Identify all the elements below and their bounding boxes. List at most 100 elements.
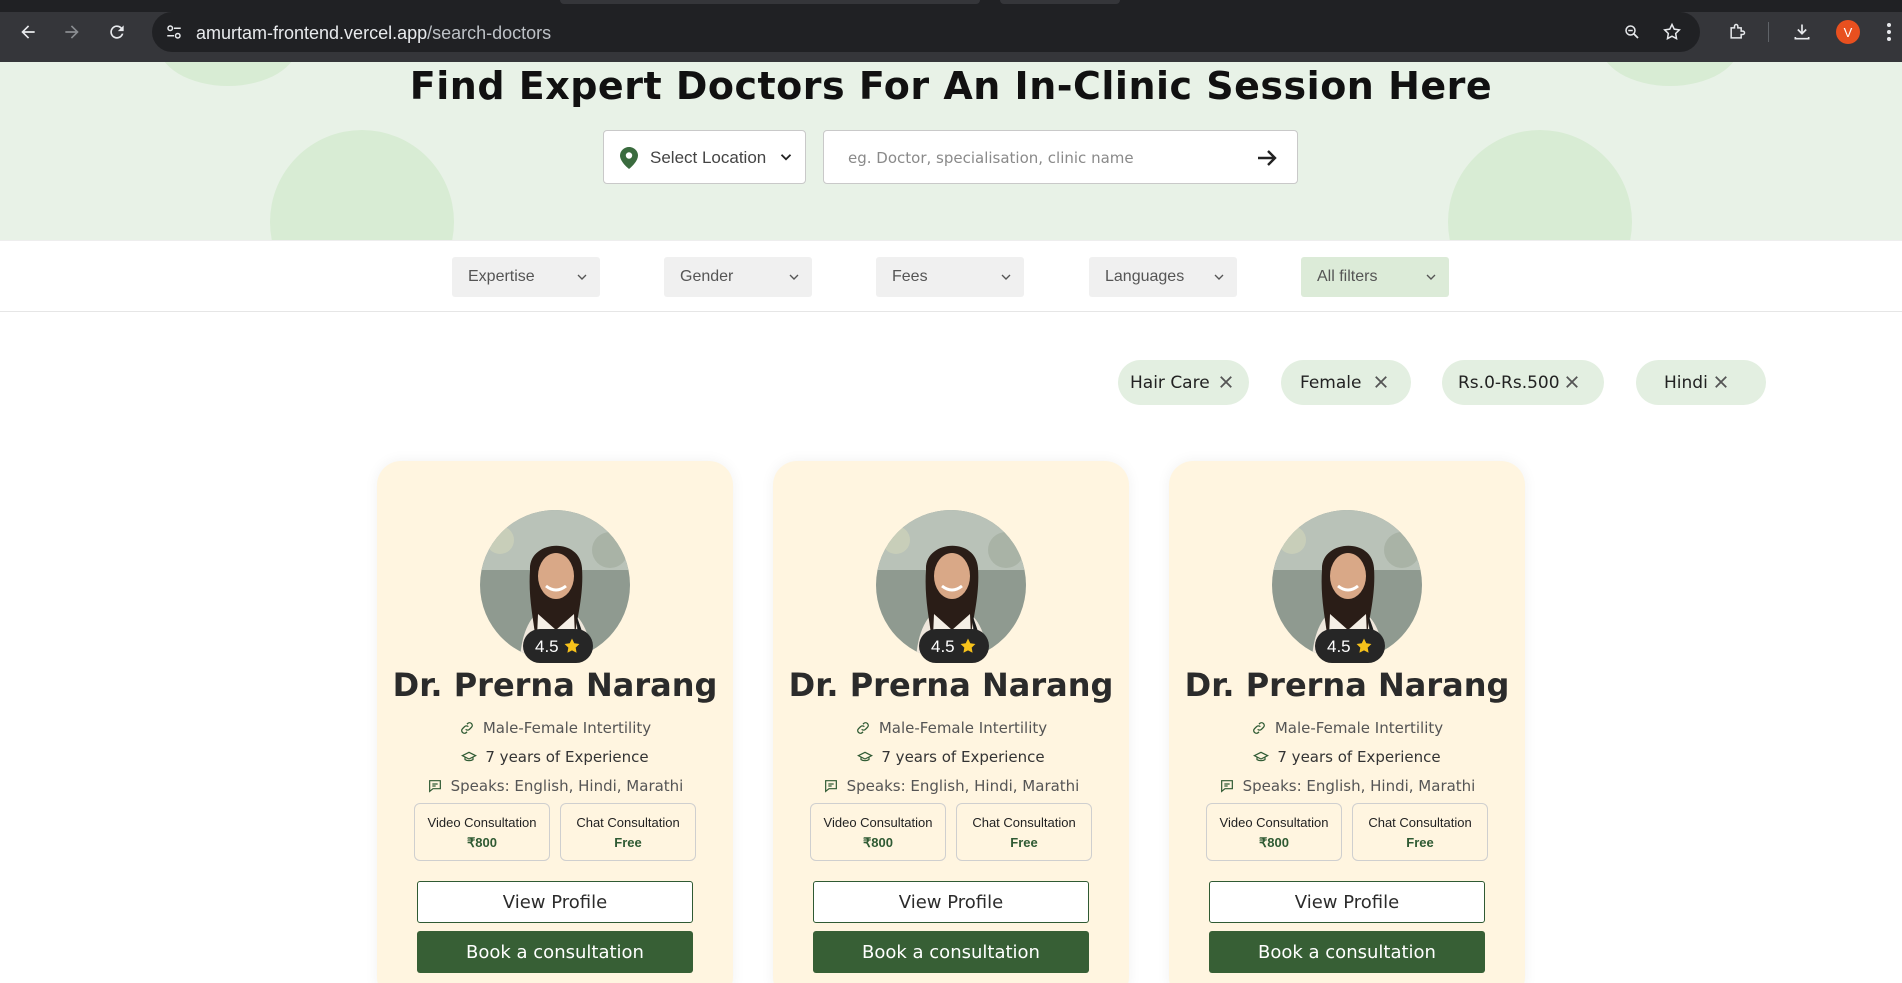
filter-chip-hair-care: Hair Care bbox=[1118, 360, 1249, 405]
rating-badge: 4.5 bbox=[1315, 629, 1385, 663]
fees-filter-label: Fees bbox=[892, 268, 928, 285]
doctor-name: Dr. Prerna Narang bbox=[788, 666, 1114, 704]
filter-chip-female: Female bbox=[1281, 360, 1411, 405]
rating-value: 4.5 bbox=[1327, 637, 1351, 656]
all-filters-button[interactable]: All filters bbox=[1301, 257, 1449, 297]
chat-bubble-icon bbox=[1220, 780, 1233, 793]
experience-text: 7 years of Experience bbox=[881, 748, 1045, 766]
link-icon bbox=[460, 722, 473, 734]
fees-filter[interactable]: Fees bbox=[876, 257, 1024, 297]
experience-row: 7 years of Experience bbox=[773, 748, 1129, 766]
experience-text: 7 years of Experience bbox=[485, 748, 649, 766]
chat-consultation-option[interactable]: Chat Consultation Free bbox=[956, 803, 1092, 861]
specialty-text: Male-Female Intertility bbox=[482, 719, 652, 737]
decorative-circle bbox=[270, 130, 454, 240]
video-consultation-label: Video Consultation bbox=[1219, 815, 1329, 830]
book-consultation-button[interactable]: Book a consultation bbox=[1209, 931, 1485, 973]
chevron-down-icon bbox=[1001, 274, 1011, 280]
search-input[interactable] bbox=[848, 147, 1228, 169]
experience-text: 7 years of Experience bbox=[1277, 748, 1441, 766]
specialty-row: Male-Female Intertility bbox=[1169, 719, 1525, 737]
chevron-down-icon bbox=[577, 274, 587, 280]
rating-badge: 4.5 bbox=[919, 629, 989, 663]
video-consultation-option[interactable]: Video Consultation ₹800 bbox=[1206, 803, 1342, 861]
search-hero: Find Expert Doctors For An In-Clinic Ses… bbox=[0, 62, 1902, 240]
chat-consultation-label: Chat Consultation bbox=[576, 815, 680, 830]
tab-fragment[interactable] bbox=[1000, 0, 1120, 4]
languages-filter[interactable]: Languages bbox=[1089, 257, 1237, 297]
book-consultation-button[interactable]: Book a consultation bbox=[417, 931, 693, 973]
link-icon bbox=[856, 722, 869, 734]
chat-consultation-price: Free bbox=[1406, 835, 1434, 850]
zoom-icon[interactable] bbox=[1620, 20, 1644, 44]
address-bar[interactable]: amurtam-frontend.vercel.app/search-docto… bbox=[152, 12, 1700, 52]
languages-text: Speaks: English, Hindi, Marathi bbox=[450, 777, 684, 795]
extensions-icon[interactable] bbox=[1724, 19, 1750, 45]
arrow-right-icon[interactable] bbox=[1255, 146, 1279, 170]
url-text[interactable]: amurtam-frontend.vercel.app/search-docto… bbox=[196, 23, 551, 44]
tab-fragment[interactable] bbox=[560, 0, 980, 4]
reload-button[interactable] bbox=[103, 18, 131, 46]
graduation-cap-icon bbox=[461, 751, 478, 762]
video-consultation-price: ₹800 bbox=[1259, 835, 1289, 850]
decorative-circle bbox=[1448, 130, 1632, 240]
chip-label: Female bbox=[1300, 373, 1362, 393]
languages-row: Speaks: English, Hindi, Marathi bbox=[773, 777, 1129, 795]
url-path: /search-doctors bbox=[427, 23, 552, 43]
video-consultation-price: ₹800 bbox=[863, 835, 893, 850]
close-icon[interactable] bbox=[1217, 373, 1235, 391]
star-icon bbox=[960, 638, 976, 653]
arrow-left-icon bbox=[21, 25, 35, 39]
chevron-down-icon bbox=[780, 154, 792, 161]
chat-consultation-option[interactable]: Chat Consultation Free bbox=[560, 803, 696, 861]
back-button[interactable] bbox=[14, 18, 42, 46]
video-consultation-option[interactable]: Video Consultation ₹800 bbox=[810, 803, 946, 861]
all-filters-label: All filters bbox=[1317, 268, 1378, 285]
location-pin-icon bbox=[620, 147, 638, 169]
close-icon[interactable] bbox=[1712, 373, 1730, 391]
chat-consultation-price: Free bbox=[1010, 835, 1038, 850]
view-profile-button[interactable]: View Profile bbox=[813, 881, 1089, 923]
chip-label: Hair Care bbox=[1130, 373, 1210, 393]
languages-text: Speaks: English, Hindi, Marathi bbox=[846, 777, 1080, 795]
video-consultation-option[interactable]: Video Consultation ₹800 bbox=[414, 803, 550, 861]
location-select[interactable]: Select Location bbox=[603, 130, 806, 184]
rating-badge: 4.5 bbox=[523, 629, 593, 663]
specialty-text: Male-Female Intertility bbox=[878, 719, 1048, 737]
book-consultation-button[interactable]: Book a consultation bbox=[813, 931, 1089, 973]
video-consultation-label: Video Consultation bbox=[427, 815, 537, 830]
chip-label: Rs.0-Rs.500 bbox=[1458, 373, 1560, 393]
doctor-card: 4.5 Dr. Prerna Narang Male-Female Intert… bbox=[1169, 461, 1525, 983]
close-icon[interactable] bbox=[1372, 373, 1390, 391]
reload-icon bbox=[110, 25, 124, 39]
gender-filter[interactable]: Gender bbox=[664, 257, 812, 297]
languages-row: Speaks: English, Hindi, Marathi bbox=[1169, 777, 1525, 795]
site-info-icon[interactable] bbox=[162, 20, 186, 44]
close-icon[interactable] bbox=[1563, 373, 1581, 391]
experience-row: 7 years of Experience bbox=[1169, 748, 1525, 766]
menu-dots-icon[interactable] bbox=[1876, 19, 1902, 45]
toolbar-separator bbox=[1768, 22, 1769, 42]
view-profile-button[interactable]: View Profile bbox=[1209, 881, 1485, 923]
gender-filter-label: Gender bbox=[680, 268, 734, 285]
specialty-row: Male-Female Intertility bbox=[377, 719, 733, 737]
doctor-card: 4.5 Dr. Prerna Narang Male-Female Intert… bbox=[377, 461, 733, 983]
location-label: Select Location bbox=[650, 148, 767, 167]
view-profile-button[interactable]: View Profile bbox=[417, 881, 693, 923]
forward-button[interactable] bbox=[58, 18, 86, 46]
page-title: Find Expert Doctors For An In-Clinic Ses… bbox=[409, 64, 1493, 108]
expertise-filter[interactable]: Expertise bbox=[452, 257, 600, 297]
graduation-cap-icon bbox=[857, 751, 874, 762]
link-icon bbox=[1252, 722, 1265, 734]
specialty-row: Male-Female Intertility bbox=[773, 719, 1129, 737]
chevron-down-icon bbox=[1214, 274, 1224, 280]
bookmark-star-icon[interactable] bbox=[1660, 20, 1684, 44]
chat-consultation-option[interactable]: Chat Consultation Free bbox=[1352, 803, 1488, 861]
doctor-name: Dr. Prerna Narang bbox=[392, 666, 718, 704]
filter-chip-fees: Rs.0-Rs.500 bbox=[1442, 360, 1604, 405]
doctor-search-field[interactable] bbox=[823, 130, 1298, 184]
star-icon bbox=[1356, 638, 1372, 653]
download-icon[interactable] bbox=[1789, 19, 1815, 45]
profile-avatar[interactable]: V bbox=[1836, 20, 1860, 44]
chat-consultation-price: Free bbox=[614, 835, 642, 850]
